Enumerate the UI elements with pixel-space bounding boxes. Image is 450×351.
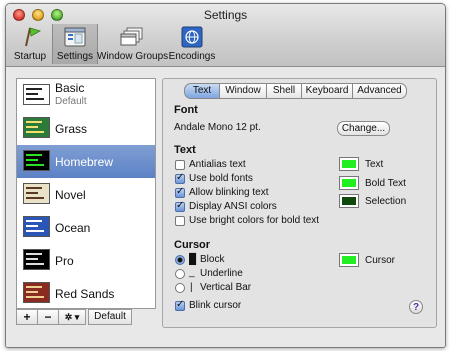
cursor-block-label: Block [200,254,225,265]
profile-name: Pro [55,254,74,268]
profile-thumbnail [23,150,50,171]
settings-content: Basic Default Grass Homebrew Novel Ocean… [6,67,445,347]
settings-window-icon [64,27,86,47]
titlebar: Settings Startup Settings Window Groups … [6,4,445,67]
toolbar-encodings[interactable]: Encodings [168,24,216,64]
settings-window: Settings Startup Settings Window Groups … [5,3,446,348]
selection-color-well[interactable] [339,194,359,208]
tab-keyboard[interactable]: Keyboard [302,83,353,99]
help-button[interactable]: ? [409,300,423,314]
toolbar-settings[interactable]: Settings [52,24,98,64]
add-profile-button[interactable]: + [16,309,38,325]
tab-shell[interactable]: Shell [267,83,302,99]
profile-basic[interactable]: Basic Default [17,79,155,112]
bold-text-color-label: Bold Text [365,178,406,189]
change-font-button[interactable]: Change... [337,121,390,136]
cursor-vertical-bar-radio[interactable] [175,283,185,293]
settings-tabs: Text Window Shell Keyboard Advanced [184,83,407,99]
antialias-checkbox[interactable] [175,160,185,170]
text-color-label: Text [365,159,384,170]
antialias-label: Antialias text [189,159,246,170]
profile-name: Basic [55,81,85,95]
cursor-heading: Cursor [174,239,211,251]
selection-color-label: Selection [365,196,407,207]
bright-bold-checkbox[interactable] [175,216,185,226]
cursor-underline-radio[interactable] [175,269,185,279]
cursor-block-glyph: █ [189,254,197,265]
font-value: Andale Mono 12 pt. [174,122,261,133]
profile-name: Red Sands [55,287,115,301]
bold-text-color-well[interactable] [339,176,359,190]
profile-list-toolbar: + − ✲ ▾ Default [16,309,154,325]
profile-default-label: Default [55,96,87,107]
blink-cursor-label: Blink cursor [189,300,242,311]
cursor-underline-glyph: _ [189,267,195,278]
toolbar-startup[interactable]: Startup [9,24,51,64]
profile-thumbnail [23,183,50,204]
blinking-text-label: Allow blinking text [189,187,269,198]
toolbar-window-groups[interactable]: Window Groups [97,24,168,64]
cursor-color-well[interactable] [339,253,359,267]
cursor-vertical-bar-glyph: | [190,282,193,293]
profile-novel[interactable]: Novel [17,178,155,211]
profile-grass[interactable]: Grass [17,112,155,145]
profile-pro[interactable]: Pro [17,244,155,277]
bright-bold-label: Use bright colors for bold text [189,215,320,226]
remove-profile-button[interactable]: − [37,309,59,325]
gear-menu-button[interactable]: ✲ ▾ [58,309,86,325]
blinking-text-checkbox[interactable] [175,186,185,198]
window-groups-icon [120,27,143,46]
default-profile-button[interactable]: Default [88,309,132,325]
profile-list[interactable]: Basic Default Grass Homebrew Novel Ocean… [16,78,156,309]
font-heading: Font [174,104,198,116]
profile-thumbnail [23,249,50,270]
profile-homebrew[interactable]: Homebrew [17,145,155,178]
profile-thumbnail [23,84,50,105]
startup-flag-icon [25,27,42,47]
profile-name: Grass [55,122,88,136]
profile-thumbnail [23,216,50,237]
window-title: Settings [203,8,248,22]
encodings-globe-icon [181,26,203,48]
cursor-underline-label: Underline [200,268,243,279]
bold-fonts-label: Use bold fonts [189,173,253,184]
tab-text[interactable]: Text [184,83,220,99]
ansi-colors-checkbox[interactable] [175,200,185,212]
profile-name: Novel [55,188,86,202]
ansi-colors-label: Display ANSI colors [189,201,277,212]
bold-fonts-checkbox[interactable] [175,172,185,184]
tab-advanced[interactable]: Advanced [353,83,407,99]
tab-window[interactable]: Window [220,83,267,99]
text-heading: Text [174,144,196,156]
profile-red-sands[interactable]: Red Sands [17,277,155,308]
profile-thumbnail [23,117,50,138]
blink-cursor-checkbox[interactable] [175,299,185,311]
profile-ocean[interactable]: Ocean [17,211,155,244]
cursor-block-radio[interactable] [175,255,185,265]
profile-name: Ocean [55,221,91,235]
text-color-well[interactable] [339,157,359,171]
cursor-color-label: Cursor [365,255,396,266]
cursor-vertical-bar-label: Vertical Bar [200,282,252,293]
profile-thumbnail [23,282,50,303]
profile-name: Homebrew [55,155,114,169]
